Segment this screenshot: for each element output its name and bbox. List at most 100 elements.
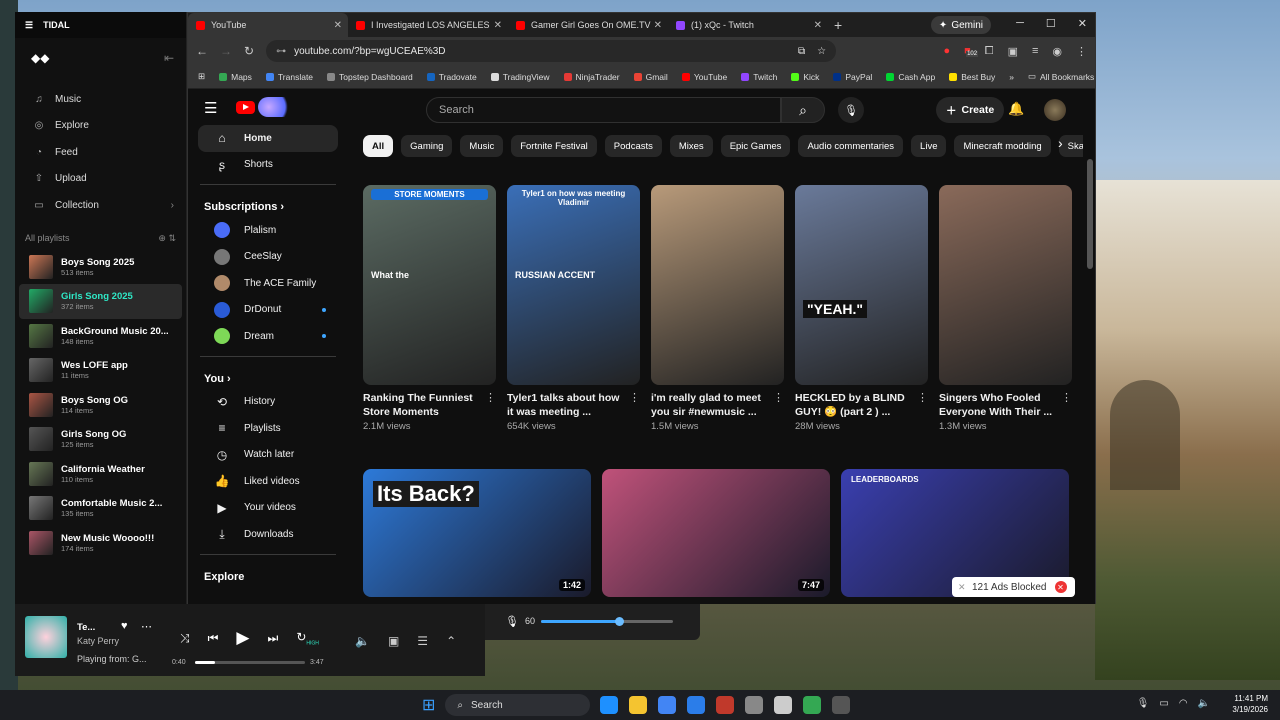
search-input[interactable]: Search: [426, 97, 781, 123]
progress-bar[interactable]: [195, 661, 305, 664]
filter-chip[interactable]: Live: [911, 135, 947, 157]
tab-close-icon[interactable]: ✕: [494, 20, 502, 31]
sidebar-item-liked-videos[interactable]: 👍 Liked videos: [198, 468, 338, 495]
bookmark-item[interactable]: Best Buy: [949, 72, 995, 82]
video-thumbnail[interactable]: Its Back? 1:42: [363, 469, 591, 597]
sidebar-item-playlists[interactable]: ≡ Playlists: [198, 415, 338, 442]
youtube-logo-icon[interactable]: [236, 101, 255, 114]
youtube-ext-icon[interactable]: ●: [943, 45, 950, 57]
device-icon[interactable]: ▣: [388, 634, 399, 648]
short-title[interactable]: Ranking The Funniest Store Moments: [363, 391, 481, 419]
nav-feed[interactable]: ◔ Feed: [15, 139, 186, 166]
more-vert-icon[interactable]: ⋮: [1061, 391, 1072, 432]
gemini-button[interactable]: ✦ Gemini: [930, 16, 991, 34]
queue-icon[interactable]: ☰: [417, 634, 428, 648]
puzzle-icon[interactable]: ⧠: [985, 45, 994, 58]
track-artist[interactable]: Katy Perry: [77, 636, 119, 646]
volume-knob[interactable]: [615, 617, 625, 626]
filter-chip[interactable]: Fortnite Festival: [511, 135, 597, 157]
chips-next-icon[interactable]: ›: [1058, 135, 1063, 151]
previous-icon[interactable]: ⏮: [208, 631, 219, 646]
short-card[interactable]: i'm really glad to meet you sir #newmusi…: [651, 185, 784, 432]
collapse-sidebar-icon[interactable]: ⇤: [164, 51, 174, 65]
playlist-item[interactable]: Boys Song 2025 513 items: [19, 250, 182, 285]
hamburger-icon[interactable]: ☰: [25, 20, 33, 31]
sidebar-item-your-videos[interactable]: ▶ Your videos: [198, 495, 338, 522]
cast-icon[interactable]: ⧉: [798, 46, 805, 57]
scrollbar[interactable]: [1087, 159, 1093, 269]
filter-chip[interactable]: All: [363, 135, 394, 157]
bookmark-item[interactable]: PayPal: [833, 72, 872, 82]
sidebar-item-history[interactable]: ⟲ History: [198, 389, 338, 416]
more-options-icon[interactable]: ⋯: [141, 620, 152, 633]
playlist-item[interactable]: Wes LOFE app 11 items: [19, 353, 182, 388]
subscription-item[interactable]: The ACE Family: [198, 270, 338, 297]
sidebar-item-shorts[interactable]: ʂ Shorts: [198, 152, 338, 179]
short-thumbnail[interactable]: "YEAH.": [795, 185, 928, 385]
short-thumbnail[interactable]: [939, 185, 1072, 385]
playlist-item[interactable]: Girls Song OG 125 items: [19, 422, 182, 457]
volume-icon[interactable]: 🔈: [1198, 698, 1210, 709]
notifications-bell-icon[interactable]: 🔔: [1008, 101, 1024, 117]
short-card[interactable]: "YEAH." HECKLED by a BLIND GUY! 😳 (part 2…: [795, 185, 928, 432]
subscription-item[interactable]: Dream: [198, 323, 338, 350]
bookmark-item[interactable]: Tradovate: [426, 72, 477, 82]
minimize-icon[interactable]: ─: [1016, 17, 1024, 30]
playlist-item[interactable]: California Weather 110 items: [19, 457, 182, 492]
nav-collection[interactable]: ▭ Collection ›: [15, 192, 186, 219]
taskbar-app-icon[interactable]: [658, 696, 677, 714]
windows-start-icon[interactable]: ⊞: [422, 695, 435, 715]
subscription-item[interactable]: Plalism: [198, 217, 338, 244]
all-bookmarks-folder[interactable]: ▭ All Bookmarks: [1028, 71, 1094, 82]
playlist-item[interactable]: Girls Song 2025 372 items: [19, 284, 182, 319]
taskbar-app-icon[interactable]: [600, 696, 619, 714]
taskbar-app-icon[interactable]: [687, 696, 706, 714]
media-icon[interactable]: ≡: [1032, 45, 1038, 57]
filter-chip[interactable]: Music: [460, 135, 504, 157]
bookmark-item[interactable]: Gmail: [633, 72, 668, 82]
short-thumbnail[interactable]: [651, 185, 784, 385]
nav-upload[interactable]: ⇧ Upload: [15, 166, 186, 193]
sidebar-item-downloads[interactable]: ⤓ Downloads: [198, 521, 338, 548]
volume-slider[interactable]: [541, 617, 673, 626]
taskbar-app-icon[interactable]: [832, 696, 851, 714]
more-vert-icon[interactable]: ⋮: [917, 391, 928, 432]
maximize-icon[interactable]: ☐: [1046, 17, 1056, 30]
subscriptions-heading[interactable]: Subscriptions ›: [188, 191, 348, 217]
playing-from[interactable]: Playing from: G...: [77, 654, 147, 664]
short-card[interactable]: STORE MOMENTS What the Ranking The Funnies…: [363, 185, 496, 432]
filter-chip[interactable]: Epic Games: [720, 135, 791, 157]
next-icon[interactable]: ⏭: [268, 631, 279, 646]
short-title[interactable]: Singers Who Fooled Everyone With Their .…: [939, 391, 1057, 419]
account-avatar[interactable]: [1044, 99, 1066, 121]
short-title[interactable]: Tyler1 talks about how it was meeting ..…: [507, 391, 625, 419]
sidebar-item-watch-later[interactable]: ◷ Watch later: [198, 442, 338, 469]
short-thumbnail[interactable]: Tyler1 on how was meeting Vladimir RUSSIA…: [507, 185, 640, 385]
subscription-item[interactable]: CeeSlay: [198, 244, 338, 271]
nav-music[interactable]: ♫ Music: [15, 86, 186, 113]
youtube-doodle[interactable]: [258, 97, 294, 117]
reload-icon[interactable]: ↻: [244, 44, 254, 58]
short-thumbnail[interactable]: STORE MOMENTS What the: [363, 185, 496, 385]
playlist-item[interactable]: Boys Song OG 114 items: [19, 388, 182, 423]
create-button[interactable]: ＋ Create: [936, 97, 1005, 123]
bookmark-item[interactable]: YouTube: [681, 72, 727, 82]
short-title[interactable]: HECKLED by a BLIND GUY! 😳 (part 2 ) ...: [795, 391, 913, 419]
wifi-icon[interactable]: ◠: [1179, 698, 1188, 709]
taskbar-app-icon[interactable]: [716, 696, 735, 714]
more-vert-icon[interactable]: ⋮: [773, 391, 784, 432]
apps-grid-icon[interactable]: ⊞: [198, 71, 205, 82]
sidepanel-icon[interactable]: ▣: [1008, 45, 1018, 58]
bookmark-item[interactable]: NinjaTrader: [563, 72, 620, 82]
subscription-item[interactable]: DrDonut: [198, 297, 338, 324]
shuffle-icon[interactable]: ⤨: [180, 631, 190, 646]
more-bookmarks-icon[interactable]: »: [1009, 72, 1014, 82]
taskbar-app-icon[interactable]: [803, 696, 822, 714]
bookmark-item[interactable]: Maps: [219, 72, 252, 82]
bookmark-item[interactable]: Twitch: [741, 72, 777, 82]
dismiss-icon[interactable]: ✕: [958, 582, 966, 593]
heart-icon[interactable]: ♥: [121, 620, 128, 632]
album-art[interactable]: [25, 616, 67, 658]
bookmark-star-icon[interactable]: ☆: [817, 46, 826, 57]
tab-1[interactable]: I Investigated LOS ANGELES as ✕: [348, 13, 508, 37]
